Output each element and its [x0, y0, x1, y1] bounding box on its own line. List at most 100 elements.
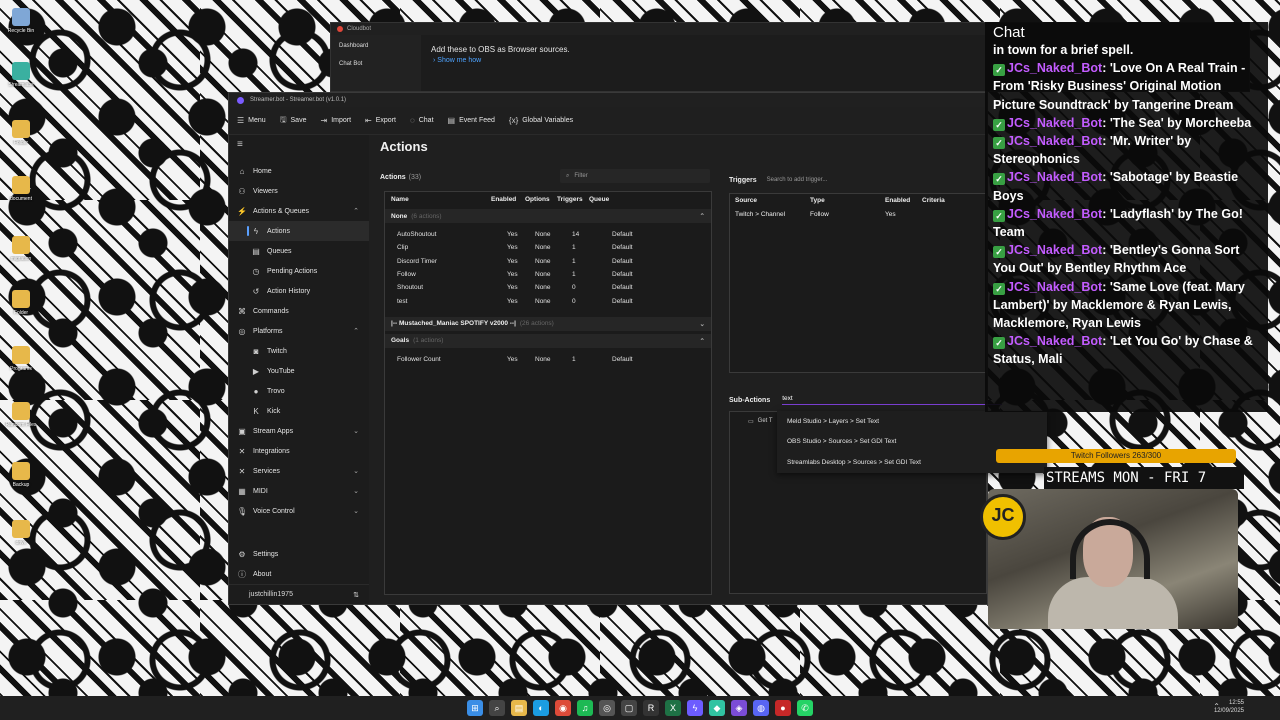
table-cell: Yes: [507, 244, 518, 252]
toolbar-label: Event Feed: [459, 117, 495, 124]
table-row[interactable]: Clip Yes None 1 Default: [385, 241, 711, 254]
table-row[interactable]: test Yes None 0 Default: [385, 294, 711, 307]
spotify-icon[interactable]: ♫: [577, 700, 593, 716]
table-row[interactable]: AutoShoutout Yes None 14 Default: [385, 228, 711, 241]
streamlabs-icon[interactable]: ◆: [709, 700, 725, 716]
sidebar-item-label: Stream Apps: [253, 427, 294, 435]
sidebar-item-trovo[interactable]: ● Trovo: [229, 381, 369, 401]
desktop-icon[interactable]: document: [6, 176, 36, 202]
cloudbot-chatbot-item[interactable]: Chat Bot: [331, 53, 421, 71]
streamerbot-icon[interactable]: ϟ: [687, 700, 703, 716]
sidebar-item-home[interactable]: ⌂ Home: [229, 161, 369, 181]
sidebar-item-action-history[interactable]: ↺ Action History: [229, 281, 369, 301]
column-header[interactable]: Triggers: [557, 196, 583, 203]
table-cell: Default: [612, 231, 633, 239]
trigger-search-input[interactable]: Search to add trigger...: [767, 177, 828, 183]
search-icon[interactable]: ⌕: [489, 700, 505, 716]
sidebar-item-viewers[interactable]: ⚇ Viewers: [229, 181, 369, 201]
actions-filter-input[interactable]: ⌕ Filter: [560, 169, 710, 183]
column-header[interactable]: Enabled: [491, 196, 516, 203]
table-cell: Yes: [507, 284, 518, 292]
obs-icon[interactable]: ◎: [599, 700, 615, 716]
desktop-icon[interactable]: Programs: [6, 346, 36, 372]
column-header[interactable]: Source: [735, 197, 757, 204]
whatsapp-icon[interactable]: ✆: [797, 700, 813, 716]
excel-icon[interactable]: X: [665, 700, 681, 716]
sidebar-item-actions[interactable]: ϟ Actions: [229, 221, 369, 241]
sidebar-item-stream-apps[interactable]: ▣ Stream Apps ⌄: [229, 421, 369, 441]
r-icon[interactable]: R: [643, 700, 659, 716]
column-header[interactable]: Criteria: [922, 197, 945, 204]
chevron-up-icon[interactable]: ⌃: [700, 337, 705, 345]
chrome-icon[interactable]: ◉: [555, 700, 571, 716]
desktop-icon[interactable]: Recycle Bin: [6, 8, 36, 34]
sidebar-item-voice-control[interactable]: 🎙 Voice Control ⌄: [229, 501, 369, 521]
desktop-icon[interactable]: migration: [6, 236, 36, 262]
desktop-icon[interactable]: drive: [6, 520, 36, 546]
toolbar-export-button[interactable]: ⇤ Export: [365, 116, 396, 125]
sidebar-item-about[interactable]: ⓘ About: [229, 564, 369, 584]
table-row[interactable]: Shoutout Yes None 0 Default: [385, 281, 711, 294]
column-header[interactable]: Name: [391, 196, 409, 203]
action-group[interactable]: |-- Mustached_Maniac SPOTIFY v2000 --| (2…: [385, 316, 711, 331]
column-header[interactable]: Queue: [589, 196, 609, 203]
chevron-icon: ⌄: [353, 468, 359, 475]
app-icon[interactable]: ▢: [621, 700, 637, 716]
table-row[interactable]: Twitch > Channel Follow Yes: [730, 208, 986, 222]
sidebar-item-queues[interactable]: ▤ Queues: [229, 241, 369, 261]
sidebar-item-pending-actions[interactable]: ◷ Pending Actions: [229, 261, 369, 281]
table-row[interactable]: Follow Yes None 1 Default: [385, 268, 711, 281]
chat-username: JCs_Naked_Bot: [1007, 334, 1103, 349]
user-account[interactable]: justchillin1975 ⇅: [229, 584, 369, 604]
sidebar-item-integrations[interactable]: ✕ Integrations: [229, 441, 369, 461]
chevron-down-icon[interactable]: ⌄: [700, 320, 705, 328]
table-cell: None: [535, 355, 551, 363]
windows-icon[interactable]: ⊞: [467, 700, 483, 716]
sidebar-item-kick[interactable]: K Kick: [229, 401, 369, 421]
toolbar-menu-button[interactable]: ☰ Menu: [237, 116, 266, 125]
toolbar-save-button[interactable]: 🖫 Save: [280, 114, 307, 128]
show-me-how-link[interactable]: › Show me how: [433, 57, 481, 64]
desktop-icon[interactable]: Backup: [6, 462, 36, 488]
sidebar-item-actions-queues[interactable]: ⚡ Actions & Queues ⌃: [229, 201, 369, 221]
table-cell: Clip: [397, 244, 409, 252]
toolbar-import-button[interactable]: ⇥ Import: [320, 116, 351, 125]
chat-message: ✓ JCs_Naked_Bot: 'Love On A Real Train - …: [993, 59, 1260, 114]
file-explorer-icon[interactable]: ▤: [511, 700, 527, 716]
toolbar-event-feed-button[interactable]: ▤ Event Feed: [448, 116, 495, 125]
desktop-icon[interactable]: Random Files: [6, 402, 36, 428]
toolbar-global-variables-button[interactable]: {x} Global Variables: [509, 116, 573, 125]
toolbar-chat-button[interactable]: ◌ Chat: [410, 116, 434, 125]
column-header[interactable]: Enabled: [885, 197, 910, 204]
discord-icon[interactable]: ◍: [753, 700, 769, 716]
chevron-up-icon[interactable]: ⌃: [700, 212, 705, 220]
sidebar-item-services[interactable]: ✕ Services ⌄: [229, 461, 369, 481]
taskbar-clock[interactable]: 12:55 12/09/2025: [1214, 699, 1244, 715]
action-group[interactable]: Goals (1 actions) ⌃: [385, 333, 711, 348]
cloudbot-dashboard-item[interactable]: Dashboard: [331, 35, 421, 53]
table-row[interactable]: Discord Timer Yes None 1 Default: [385, 255, 711, 268]
sidebar-item-youtube[interactable]: ▶ YouTube: [229, 361, 369, 381]
suggestion-item[interactable]: Meld Studio > Layers > Set Text: [777, 411, 1047, 432]
action-group[interactable]: None (6 actions) ⌃: [385, 209, 711, 223]
column-header[interactable]: Options: [525, 196, 550, 203]
record-icon[interactable]: ●: [775, 700, 791, 716]
toolbar-label: Export: [375, 117, 396, 124]
column-header[interactable]: Type: [810, 197, 825, 204]
desktop-icon-image: [12, 520, 30, 538]
desktop-icon-image: [12, 346, 30, 364]
edge-icon[interactable]: ◐: [533, 700, 549, 716]
sidebar-item-midi[interactable]: ▦ MIDI ⌄: [229, 481, 369, 501]
desktop-icon[interactable]: Folder: [6, 120, 36, 146]
table-row[interactable]: Follower Count Yes None 1 Default: [385, 353, 711, 366]
subaction-item[interactable]: ▭ Get T: [748, 418, 773, 425]
vpn-icon[interactable]: ◈: [731, 700, 747, 716]
sidebar-item-commands[interactable]: ⌘ Commands: [229, 301, 369, 321]
desktop-icon[interactable]: Folder: [6, 290, 36, 316]
subaction-search-input[interactable]: text: [782, 395, 1003, 405]
sidebar-item-platforms[interactable]: ◎ Platforms ⌃: [229, 321, 369, 341]
sidebar-item-twitch[interactable]: ◙ Twitch: [229, 341, 369, 361]
sidebar-item-settings[interactable]: ⚙ Settings: [229, 544, 369, 564]
hamburger-icon[interactable]: ≡: [237, 139, 243, 150]
desktop-icon[interactable]: Streamlabs: [6, 62, 36, 88]
